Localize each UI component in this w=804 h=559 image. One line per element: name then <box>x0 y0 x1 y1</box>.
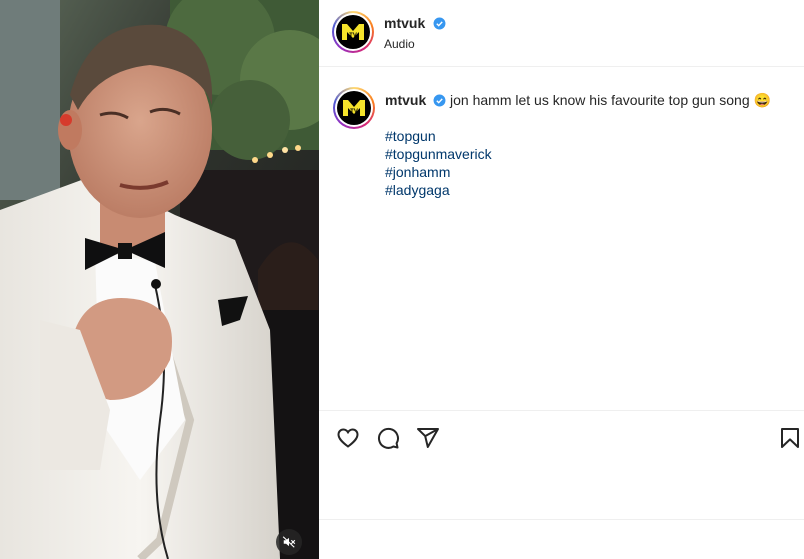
hashtag-link[interactable]: #topgun <box>385 127 492 145</box>
header-username[interactable]: mtvuk <box>384 15 425 31</box>
hashtag-link[interactable]: #ladygaga <box>385 181 492 199</box>
mtv-logo-icon: TV <box>336 15 370 49</box>
mute-button[interactable] <box>276 529 302 555</box>
svg-text:TV: TV <box>349 33 357 39</box>
audio-link[interactable]: Audio <box>384 37 415 51</box>
divider <box>319 410 804 411</box>
save-button[interactable] <box>777 425 803 451</box>
post-video[interactable] <box>0 0 319 559</box>
bookmark-icon <box>781 428 799 448</box>
comment-button[interactable] <box>375 425 401 451</box>
muted-speaker-icon <box>282 536 296 548</box>
comment-icon <box>377 427 399 449</box>
caption-text: jon hamm let us know his favourite top g… <box>450 92 771 108</box>
verified-badge-icon <box>433 94 446 107</box>
hashtag-link[interactable]: #topgunmaverick <box>385 145 492 163</box>
hashtag-list: #topgun #topgunmaverick #jonhamm #ladyga… <box>385 127 492 199</box>
verified-badge-icon <box>433 17 446 30</box>
like-button[interactable] <box>335 425 361 451</box>
video-frame <box>0 0 319 559</box>
hashtag-link[interactable]: #jonhamm <box>385 163 492 181</box>
caption-username[interactable]: mtvuk <box>385 92 426 108</box>
heart-icon <box>337 428 359 448</box>
share-icon <box>417 428 439 448</box>
divider <box>319 519 804 520</box>
svg-text:TV: TV <box>350 109 358 115</box>
mtv-logo-icon: TV <box>337 91 371 125</box>
post-panel: TV mtvuk Audio TV mtvuk jon hamm let us … <box>319 0 804 559</box>
share-button[interactable] <box>415 425 441 451</box>
caption-avatar[interactable]: TV <box>333 87 375 129</box>
post-header: TV mtvuk Audio <box>319 0 804 67</box>
action-bar <box>335 425 803 451</box>
avatar[interactable]: TV <box>332 11 374 53</box>
